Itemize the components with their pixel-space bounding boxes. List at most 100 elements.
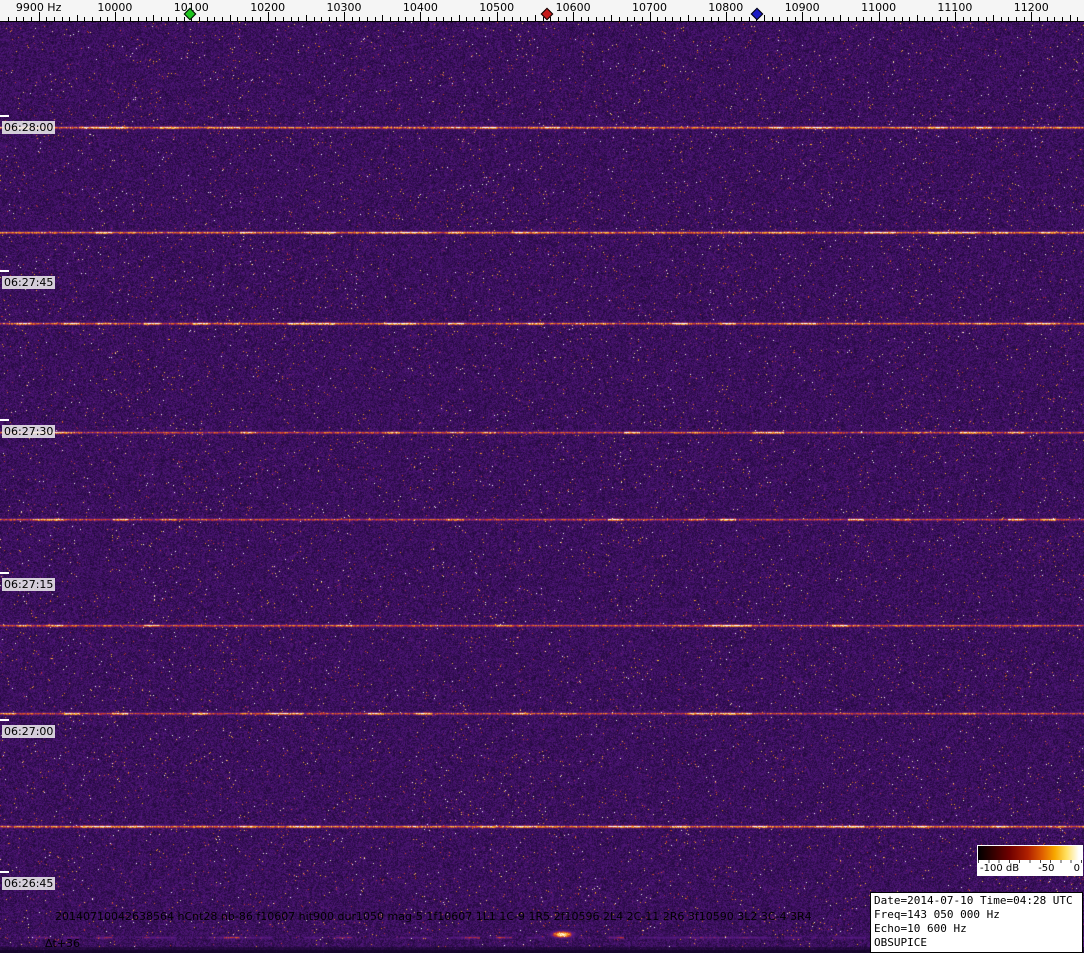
ruler-tick	[168, 17, 170, 21]
ruler-tick	[764, 15, 765, 21]
ruler-tick	[1038, 17, 1040, 21]
ruler-tick	[1046, 17, 1048, 21]
ruler-tick	[977, 17, 979, 21]
time-label: 06:26:45	[2, 877, 56, 890]
ruler-tick	[260, 17, 261, 21]
ruler-tick	[565, 17, 567, 21]
ruler-tick	[702, 17, 704, 21]
ruler-tick	[8, 17, 9, 21]
ruler-tick	[130, 17, 132, 21]
ruler-tick	[282, 17, 284, 21]
ruler-tick	[252, 17, 254, 21]
ruler-tick	[939, 17, 941, 21]
ruler-tick	[786, 17, 788, 21]
ruler-tick	[840, 15, 842, 21]
freq-label-11100: 11100	[937, 1, 973, 14]
freq-label-10400: 10400	[402, 1, 438, 14]
ruler-tick	[198, 17, 200, 21]
freq-label-9900: 9900 Hz	[15, 1, 62, 14]
ruler-tick	[1061, 17, 1063, 21]
ruler-tick	[450, 17, 452, 21]
time-tick	[0, 115, 9, 117]
info-echo-freq: Echo=10 600 Hz	[874, 922, 967, 935]
spectrogram-waterfall[interactable]	[0, 22, 1084, 953]
detection-annotation: 20140710042638564 hCnt28 nb-86 f10607 hi…	[55, 910, 812, 923]
ruler-tick	[290, 17, 292, 21]
ruler-tick	[932, 17, 933, 21]
ruler-tick	[695, 17, 697, 21]
ruler-tick	[901, 17, 903, 21]
ruler-tick	[107, 17, 109, 21]
time-label: 06:27:15	[2, 578, 56, 591]
time-tick	[0, 719, 9, 721]
ruler-tick	[336, 17, 338, 21]
ruler-tick	[634, 17, 636, 21]
ruler-tick	[886, 17, 888, 21]
ruler-tick	[611, 15, 613, 21]
ruler-tick	[328, 17, 330, 21]
ruler-tick	[733, 17, 735, 21]
ruler-tick	[870, 17, 872, 21]
marker-diamond-blue[interactable]	[750, 7, 764, 21]
ruler-tick	[443, 17, 445, 21]
ruler-tick	[351, 17, 353, 21]
ruler-tick	[710, 17, 712, 21]
time-tick	[0, 270, 9, 272]
ruler-tick	[412, 17, 414, 21]
ruler-tick	[321, 17, 323, 21]
time-label: 06:27:00	[2, 725, 56, 738]
ruler-tick	[305, 15, 307, 21]
ruler-tick	[641, 17, 643, 21]
info-station-name: OBSUPICE	[874, 936, 927, 949]
ruler-tick	[893, 17, 895, 21]
ruler-tick	[23, 17, 25, 21]
ruler-tick	[275, 17, 277, 21]
ruler-tick	[817, 17, 819, 21]
ruler-tick	[145, 17, 147, 21]
ruler-tick	[221, 17, 223, 21]
ruler-tick	[534, 15, 536, 21]
time-tick	[0, 572, 9, 574]
scale-label-mid: -50	[1038, 863, 1055, 874]
ruler-tick	[76, 15, 78, 21]
scale-label-min: -100 dB	[980, 863, 1020, 874]
info-frequency: Freq=143 050 000 Hz	[874, 908, 1000, 921]
ruler-tick	[993, 15, 995, 21]
ruler-tick	[206, 17, 208, 21]
ruler-tick	[718, 17, 720, 21]
ruler-tick	[382, 15, 384, 21]
ruler-tick	[779, 17, 781, 21]
ruler-tick	[909, 17, 911, 21]
ruler-tick	[848, 17, 849, 21]
ruler-tick	[237, 17, 239, 21]
ruler-tick	[664, 17, 666, 21]
ruler-tick	[374, 17, 376, 21]
ruler-tick	[137, 17, 139, 21]
ruler-tick	[214, 17, 216, 21]
ruler-tick	[657, 17, 659, 21]
ruler-tick	[748, 17, 750, 21]
db-color-scale: -100 dB -50 0	[977, 845, 1083, 876]
ruler-tick	[397, 17, 399, 21]
color-scale-labels: -100 dB -50 0	[978, 863, 1082, 875]
ruler-tick	[794, 17, 796, 21]
freq-label-10200: 10200	[250, 1, 286, 14]
ruler-tick	[741, 17, 743, 21]
ruler-tick	[153, 15, 155, 21]
ruler-tick	[183, 17, 185, 21]
ruler-tick	[512, 17, 513, 21]
ruler-tick	[176, 17, 177, 21]
ruler-tick	[519, 17, 521, 21]
time-label: 06:28:00	[2, 121, 56, 134]
ruler-tick	[53, 17, 55, 21]
ruler-tick	[359, 17, 361, 21]
ruler-tick	[298, 17, 300, 21]
ruler-tick	[626, 17, 628, 21]
ruler-tick	[825, 17, 827, 21]
ruler-tick	[69, 17, 71, 21]
ruler-tick	[160, 17, 162, 21]
delta-t-label: Δt+36	[45, 937, 81, 950]
ruler-tick	[596, 17, 597, 21]
ruler-tick	[863, 17, 865, 21]
ruler-tick	[550, 17, 552, 21]
